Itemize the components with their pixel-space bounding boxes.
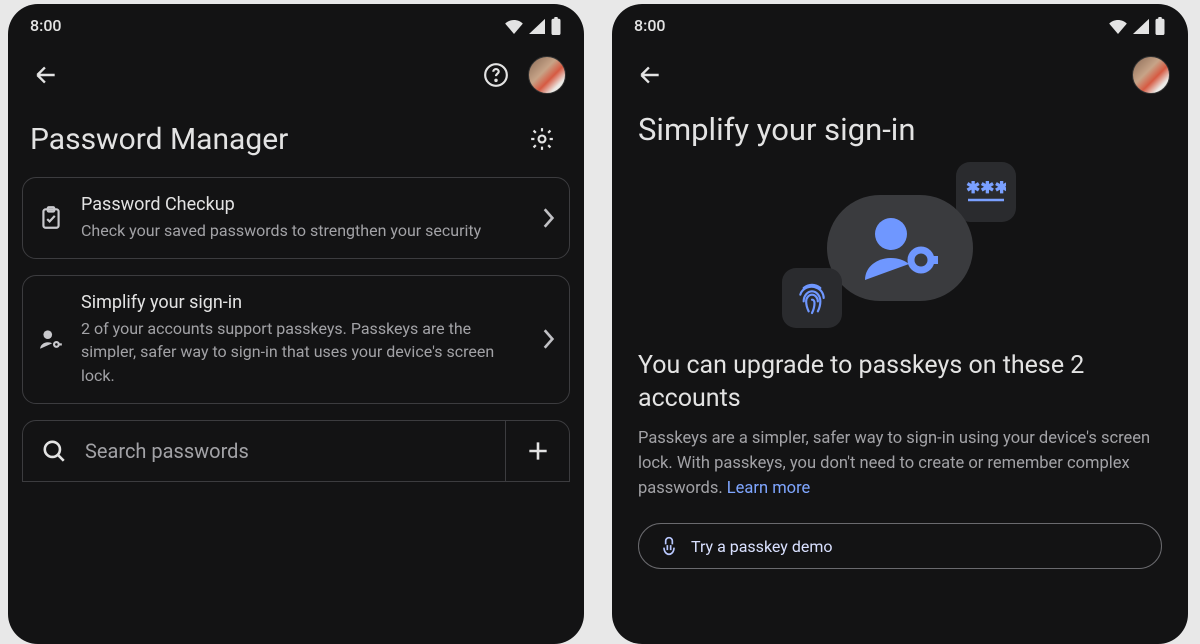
password-checkup-card[interactable]: Password Checkup Check your saved passwo…	[22, 177, 570, 259]
top-bar	[8, 41, 584, 109]
person-key-bubble-icon	[827, 195, 973, 301]
password-manager-screen: 8:00 Password Manager	[8, 4, 584, 644]
back-button[interactable]	[26, 55, 66, 95]
card-title: Password Checkup	[81, 194, 525, 215]
wifi-icon	[1108, 18, 1128, 34]
page-title: Password Manager	[30, 122, 288, 157]
settings-button[interactable]	[522, 119, 562, 159]
status-bar: 8:00	[612, 4, 1188, 41]
simplify-signin-card[interactable]: Simplify your sign-in 2 of your accounts…	[22, 275, 570, 404]
card-subtitle: 2 of your accounts support passkeys. Pas…	[81, 317, 525, 387]
svg-text:✱✱✱: ✱✱✱	[966, 181, 1006, 198]
hero-title: Simplify your sign-in	[612, 109, 1188, 158]
back-button[interactable]	[630, 55, 670, 95]
top-bar	[612, 41, 1188, 109]
status-icons	[1108, 17, 1166, 35]
wifi-icon	[504, 18, 524, 34]
battery-icon	[550, 17, 562, 35]
password-dots-icon: ✱✱✱	[956, 162, 1016, 222]
touch-icon	[659, 536, 679, 556]
battery-icon	[1154, 17, 1166, 35]
status-time: 8:00	[30, 16, 62, 35]
simplify-signin-screen: 8:00 Simplify your sign-in ✱✱✱	[612, 4, 1188, 644]
profile-avatar[interactable]	[1132, 56, 1170, 94]
passkey-illustration: ✱✱✱	[612, 158, 1188, 338]
person-key-icon	[37, 326, 65, 352]
profile-avatar[interactable]	[528, 56, 566, 94]
search-icon	[41, 438, 67, 464]
signal-icon	[528, 18, 546, 34]
demo-button-label: Try a passkey demo	[691, 537, 832, 556]
chevron-right-icon	[541, 207, 555, 229]
fingerprint-icon	[782, 268, 842, 328]
add-password-button[interactable]	[505, 421, 569, 481]
page-header: Password Manager	[8, 109, 584, 177]
card-title: Simplify your sign-in	[81, 292, 525, 313]
search-placeholder: Search passwords	[85, 439, 249, 463]
learn-more-link[interactable]: Learn more	[727, 479, 810, 498]
clipboard-check-icon	[37, 205, 65, 231]
section-body: Passkeys are a simpler, safer way to sig…	[612, 423, 1188, 515]
signal-icon	[1132, 18, 1150, 34]
try-passkey-demo-button[interactable]: Try a passkey demo	[638, 523, 1162, 569]
status-icons	[504, 17, 562, 35]
status-bar: 8:00	[8, 4, 584, 41]
section-body-text: Passkeys are a simpler, safer way to sig…	[638, 429, 1150, 498]
section-title: You can upgrade to passkeys on these 2 a…	[612, 338, 1188, 423]
card-subtitle: Check your saved passwords to strengthen…	[81, 219, 525, 242]
status-time: 8:00	[634, 16, 666, 35]
search-row: Search passwords	[22, 420, 570, 482]
chevron-right-icon	[541, 328, 555, 350]
help-button[interactable]	[476, 55, 516, 95]
search-input[interactable]: Search passwords	[23, 438, 505, 464]
